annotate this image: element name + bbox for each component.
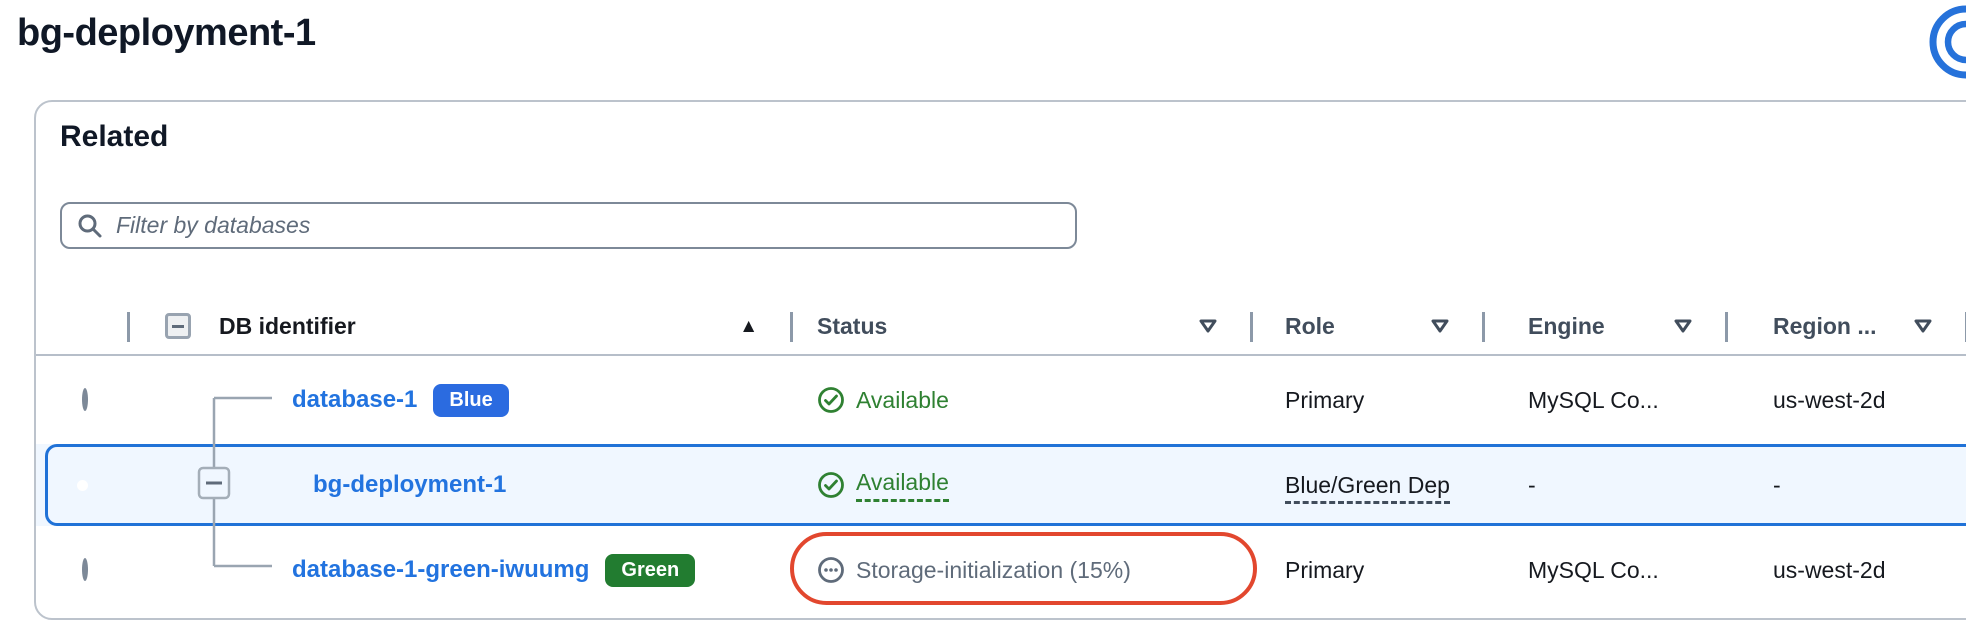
sort-ascending-icon[interactable]: ▲	[739, 317, 758, 336]
column-header-role[interactable]: Role	[1252, 298, 1484, 354]
related-panel: Related DB identifier ▲ Status	[34, 100, 1966, 620]
page-title: bg-deployment-1	[17, 12, 316, 55]
sort-icon[interactable]	[1913, 318, 1933, 334]
radio-button[interactable]	[82, 388, 88, 411]
table-body: database-1 Blue Available Primary MySQL …	[36, 356, 1966, 614]
green-badge: Green	[605, 554, 695, 587]
filter-field[interactable]	[60, 202, 1077, 249]
column-label: Role	[1285, 313, 1335, 340]
region-cell: us-west-2d	[1727, 387, 1966, 414]
column-label: DB identifier	[219, 313, 356, 340]
engine-cell: MySQL Co...	[1484, 557, 1727, 584]
refresh-icon	[1926, 2, 1966, 82]
column-header-status[interactable]: Status	[792, 298, 1252, 354]
column-header-region[interactable]: Region ...	[1727, 298, 1966, 354]
status-text: Available	[856, 387, 949, 414]
engine-cell: -	[1484, 472, 1727, 499]
engine-cell: MySQL Co...	[1484, 387, 1727, 414]
table-row[interactable]: database-1-green-iwuumg Green Storage-in…	[36, 526, 1966, 614]
table-row[interactable]: database-1 Blue Available Primary MySQL …	[36, 356, 1966, 444]
sort-icon[interactable]	[1430, 318, 1450, 334]
filter-input[interactable]	[116, 212, 1061, 239]
search-icon	[76, 212, 104, 240]
column-header-engine[interactable]: Engine	[1484, 298, 1727, 354]
column-label: Status	[817, 313, 887, 340]
check-circle-icon	[817, 386, 845, 414]
check-circle-icon	[817, 471, 845, 499]
radio-button[interactable]	[82, 558, 88, 581]
column-label: Region ...	[1773, 313, 1877, 340]
related-table: DB identifier ▲ Status Role Engine	[36, 298, 1966, 614]
refresh-button[interactable]	[1926, 2, 1966, 82]
sort-icon[interactable]	[1673, 318, 1693, 334]
ellipsis-circle-icon	[817, 556, 845, 584]
column-label: Engine	[1528, 313, 1605, 340]
status-text: Storage-initialization (15%)	[856, 557, 1131, 584]
role-popover-trigger[interactable]: Blue/Green Dep	[1285, 472, 1450, 504]
db-identifier-link[interactable]: bg-deployment-1	[313, 471, 506, 499]
role-cell: Primary	[1252, 387, 1484, 414]
column-header-db-identifier[interactable]: DB identifier ▲	[129, 298, 792, 354]
role-cell: Primary	[1252, 557, 1484, 584]
db-identifier-link[interactable]: database-1	[292, 386, 417, 414]
region-cell: us-west-2d	[1727, 557, 1966, 584]
table-row[interactable]: bg-deployment-1 Available Blue/Green Dep…	[36, 444, 1966, 526]
collapse-all-checkbox-icon[interactable]	[165, 313, 191, 339]
sort-icon[interactable]	[1198, 318, 1218, 334]
status-popover-trigger[interactable]: Available	[856, 469, 949, 502]
db-identifier-link[interactable]: database-1-green-iwuumg	[292, 556, 589, 584]
table-header-row: DB identifier ▲ Status Role Engine	[36, 298, 1966, 356]
region-cell: -	[1727, 472, 1966, 499]
selection-header-cell	[36, 298, 129, 354]
panel-heading: Related	[60, 120, 168, 154]
blue-badge: Blue	[433, 384, 508, 417]
